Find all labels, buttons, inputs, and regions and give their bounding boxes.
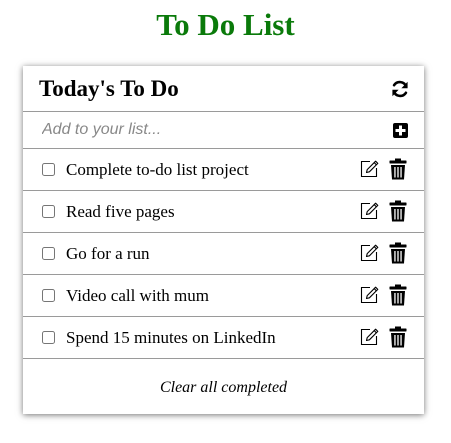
trash-icon[interactable] [389,200,407,222]
card-title: Today's To Do [39,76,179,101]
list-item: Video call with mum [23,275,424,317]
add-item-input[interactable] [42,118,362,142]
trash-icon[interactable] [389,158,407,180]
item-checkbox[interactable] [42,247,55,260]
card-footer: Clear all completed [23,359,424,414]
edit-icon[interactable] [359,159,379,179]
plus-square-icon[interactable] [393,123,408,138]
refresh-icon[interactable] [390,79,410,99]
page-title: To Do List [156,7,295,42]
list-item: Go for a run [23,233,424,275]
item-checkbox[interactable] [42,205,55,218]
card-header: Today's To Do [23,66,424,112]
edit-icon[interactable] [359,243,379,263]
trash-icon[interactable] [389,242,407,264]
item-label: Read five pages [66,202,175,221]
trash-icon[interactable] [389,284,407,306]
item-label: Go for a run [66,244,150,263]
list-item: Spend 15 minutes on LinkedIn [23,317,424,359]
item-label: Complete to-do list project [66,160,249,179]
item-label: Spend 15 minutes on LinkedIn [66,328,276,347]
item-checkbox[interactable] [42,289,55,302]
todo-list: Complete to-do list project Read five pa… [23,149,424,359]
list-item: Read five pages [23,191,424,233]
edit-icon[interactable] [359,285,379,305]
list-item: Complete to-do list project [23,149,424,191]
item-label: Video call with mum [66,286,209,305]
item-checkbox[interactable] [42,163,55,176]
todo-card: Today's To Do Complete to-do list projec… [23,66,424,414]
item-checkbox[interactable] [42,331,55,344]
add-item-row [23,112,424,149]
clear-completed-button[interactable]: Clear all completed [23,379,424,397]
trash-icon[interactable] [389,326,407,348]
edit-icon[interactable] [359,327,379,347]
edit-icon[interactable] [359,201,379,221]
